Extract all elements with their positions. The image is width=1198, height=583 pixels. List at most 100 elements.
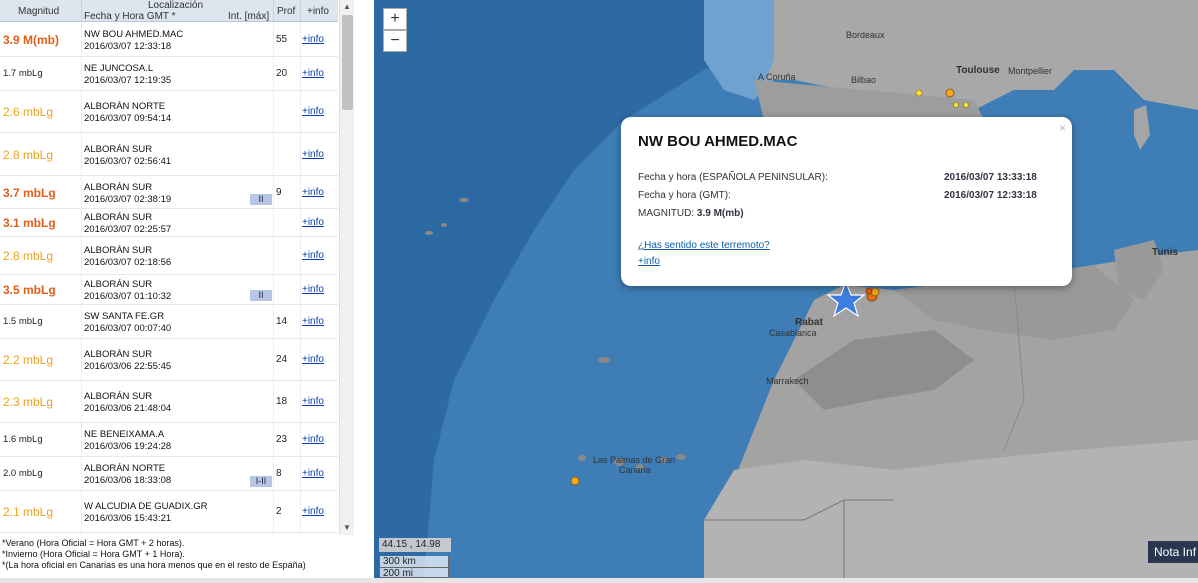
row-datetime: 2016/03/07 12:19:35 (84, 75, 172, 86)
row-datetime: 2016/03/06 18:33:08 (84, 475, 172, 486)
row-info-link[interactable]: +info (302, 68, 324, 79)
table-row[interactable]: 2.6 mbLg ALBORÁN NORTE 2016/03/07 09:54:14… (0, 91, 338, 133)
mouse-coordinates: 44.15 , 14.98 (379, 538, 451, 552)
note-invierno: *Invierno (Hora Oficial = Hora GMT + 1 H… (2, 549, 185, 559)
table-row[interactable]: 2.8 mbLg ALBORÁN SUR 2016/03/07 02:18:56 +i… (0, 237, 338, 275)
row-intensity: II (250, 194, 272, 205)
table-row[interactable]: 2.8 mbLg ALBORÁN SUR 2016/03/07 02:56:41 +i… (0, 133, 338, 176)
popup-close-icon[interactable]: × (1059, 121, 1066, 135)
row-location-name: ALBORÁN SUR (84, 391, 153, 402)
row-datetime: 2016/03/07 02:38:19 (84, 194, 172, 205)
scale-km: 300 km (379, 556, 449, 568)
table-row[interactable]: 3.7 mbLg ALBORÁN SUR 2016/03/07 02:38:19 II… (0, 176, 338, 209)
quake-popup: × NW BOU AHMED.MAC Fecha y hora (ESPAÑOL… (621, 117, 1072, 286)
table-row[interactable]: 3.9 M(mb) NW BOU AHMED.MAC 2016/03/07 12:3… (0, 23, 338, 57)
row-depth: 55 (276, 34, 288, 45)
time-notes: *Verano (Hora Oficial = Hora GMT + 2 hor… (2, 538, 306, 571)
row-location: ALBORÁN SUR 2016/03/07 01:10:32 (84, 279, 171, 303)
row-location: ALBORÁN SUR 2016/03/06 22:55:45 (84, 349, 171, 373)
row-magnitude: 3.5 mbLg (3, 283, 56, 297)
row-location: ALBORÁN SUR 2016/03/07 02:38:19 (84, 182, 171, 206)
row-location-name: ALBORÁN SUR (84, 245, 153, 256)
table-header: Magnitud Localización Fecha y Hora GMT *… (0, 0, 338, 22)
earthquake-table: Magnitud Localización Fecha y Hora GMT *… (0, 0, 338, 535)
header-fecha[interactable]: Fecha y Hora GMT * (84, 11, 176, 22)
note-canarias: *(La hora oficial en Canarias es una hor… (2, 560, 306, 570)
row-location-name: ALBORÁN SUR (84, 279, 153, 290)
row-depth: 14 (276, 316, 288, 327)
header-magnitud[interactable]: Magnitud (18, 6, 59, 17)
row-info-link[interactable]: +info (302, 149, 324, 160)
row-magnitude: 2.8 mbLg (3, 249, 54, 263)
header-localizacion[interactable]: Localización (148, 0, 203, 11)
table-row[interactable]: 1.6 mbLg NE BENEIXAMA.A 2016/03/06 19:24:2… (0, 423, 338, 457)
row-info-link[interactable]: +info (302, 217, 324, 228)
table-row[interactable]: 1.7 mbLg NE JUNCOSA.L 2016/03/07 12:19:35 2… (0, 57, 338, 91)
row-magnitude: 2.3 mbLg (3, 395, 54, 409)
header-info: +info (307, 6, 329, 17)
row-info-link[interactable]: +info (302, 468, 324, 479)
row-depth: 24 (276, 354, 288, 365)
popup-fecha-gmt-value: 2016/03/07 12:33:18 (944, 190, 1037, 201)
city-tunis: Tunis (1152, 247, 1178, 258)
header-int[interactable]: Int. [máx] (228, 11, 269, 22)
popup-magnitud-value: 3.9 M(mb) (696, 208, 744, 219)
felt-earthquake-link[interactable]: ¿Has sentido este terremoto? (638, 240, 770, 251)
row-location-name: NE JUNCOSA.L (84, 63, 154, 74)
row-info-link[interactable]: +info (302, 396, 324, 407)
row-info-link[interactable]: +info (302, 354, 324, 365)
row-location-name: ALBORÁN SUR (84, 182, 153, 193)
row-info-link[interactable]: +info (302, 187, 324, 198)
row-depth: 9 (276, 187, 282, 198)
row-info-link[interactable]: +info (302, 506, 324, 517)
popup-fecha-esp-value: 2016/03/07 13:33:18 (944, 172, 1037, 183)
row-info-link[interactable]: +info (302, 106, 324, 117)
row-location: NE JUNCOSA.L 2016/03/07 12:19:35 (84, 63, 171, 87)
table-row[interactable]: 2.3 mbLg ALBORÁN SUR 2016/03/06 21:48:04 18… (0, 381, 338, 423)
row-magnitude: 2.1 mbLg (3, 505, 54, 519)
row-location-name: SW SANTA FE.GR (84, 311, 165, 322)
row-magnitude: 2.8 mbLg (3, 148, 54, 162)
city-casablanca: Casablanca (769, 328, 817, 338)
row-datetime: 2016/03/07 00:07:40 (84, 323, 172, 334)
city-toulouse: Toulouse (956, 65, 1000, 76)
table-scrollbar[interactable]: ▲ ▼ (339, 0, 354, 535)
scroll-up-icon[interactable]: ▲ (343, 2, 351, 11)
row-datetime: 2016/03/06 22:55:45 (84, 361, 172, 372)
row-info-link[interactable]: +info (302, 34, 324, 45)
zoom-in-button[interactable]: + (383, 8, 407, 30)
row-magnitude: 2.0 mbLg (3, 468, 43, 479)
row-location: ALBORÁN NORTE 2016/03/07 09:54:14 (84, 101, 171, 125)
row-datetime: 2016/03/07 02:18:56 (84, 257, 172, 268)
row-info-link[interactable]: +info (302, 284, 324, 295)
row-datetime: 2016/03/06 21:48:04 (84, 403, 172, 414)
row-location-name: ALBORÁN NORTE (84, 463, 166, 474)
row-info-link[interactable]: +info (302, 316, 324, 327)
row-location: ALBORÁN SUR 2016/03/07 02:56:41 (84, 144, 171, 168)
nota-informativa-button[interactable]: Nota Inf (1148, 541, 1198, 563)
row-info-link[interactable]: +info (302, 250, 324, 261)
map-view[interactable]: + − Bordeaux Toulouse Montpellier A Coru… (374, 0, 1198, 578)
table-row[interactable]: 3.1 mbLg ALBORÁN SUR 2016/03/07 02:25:57 +i… (0, 209, 338, 237)
table-row[interactable]: 3.5 mbLg ALBORÁN SUR 2016/03/07 01:10:32 II… (0, 275, 338, 305)
row-location-name: NE BENEIXAMA.A (84, 429, 165, 440)
table-row[interactable]: 2.1 mbLg W ALCUDIA DE GUADIX.GR 2016/03/06… (0, 491, 338, 533)
header-prof[interactable]: Prof (277, 6, 295, 17)
scale-mi: 200 mi (379, 568, 449, 578)
row-datetime: 2016/03/07 01:10:32 (84, 291, 172, 302)
zoom-out-button[interactable]: − (383, 30, 407, 52)
row-magnitude: 3.9 M(mb) (3, 33, 60, 47)
popup-info-link[interactable]: +info (638, 256, 660, 267)
city-rabat: Rabat (795, 317, 823, 328)
row-magnitude: 2.2 mbLg (3, 353, 54, 367)
row-location-name: ALBORÁN SUR (84, 349, 153, 360)
scroll-thumb[interactable] (342, 15, 353, 110)
popup-magnitud-label: MAGNITUD: 3.9 M(mb) (638, 208, 744, 219)
table-row[interactable]: 2.2 mbLg ALBORÁN SUR 2016/03/06 22:55:45 24… (0, 339, 338, 381)
scroll-down-icon[interactable]: ▼ (343, 523, 351, 532)
bottom-scrollbar[interactable] (0, 578, 1198, 583)
table-row[interactable]: 1.5 mbLg SW SANTA FE.GR 2016/03/07 00:07:4… (0, 305, 338, 339)
table-row[interactable]: 2.0 mbLg ALBORÁN NORTE 2016/03/06 18:33:08… (0, 457, 338, 491)
row-info-link[interactable]: +info (302, 434, 324, 445)
row-magnitude: 2.6 mbLg (3, 105, 54, 119)
